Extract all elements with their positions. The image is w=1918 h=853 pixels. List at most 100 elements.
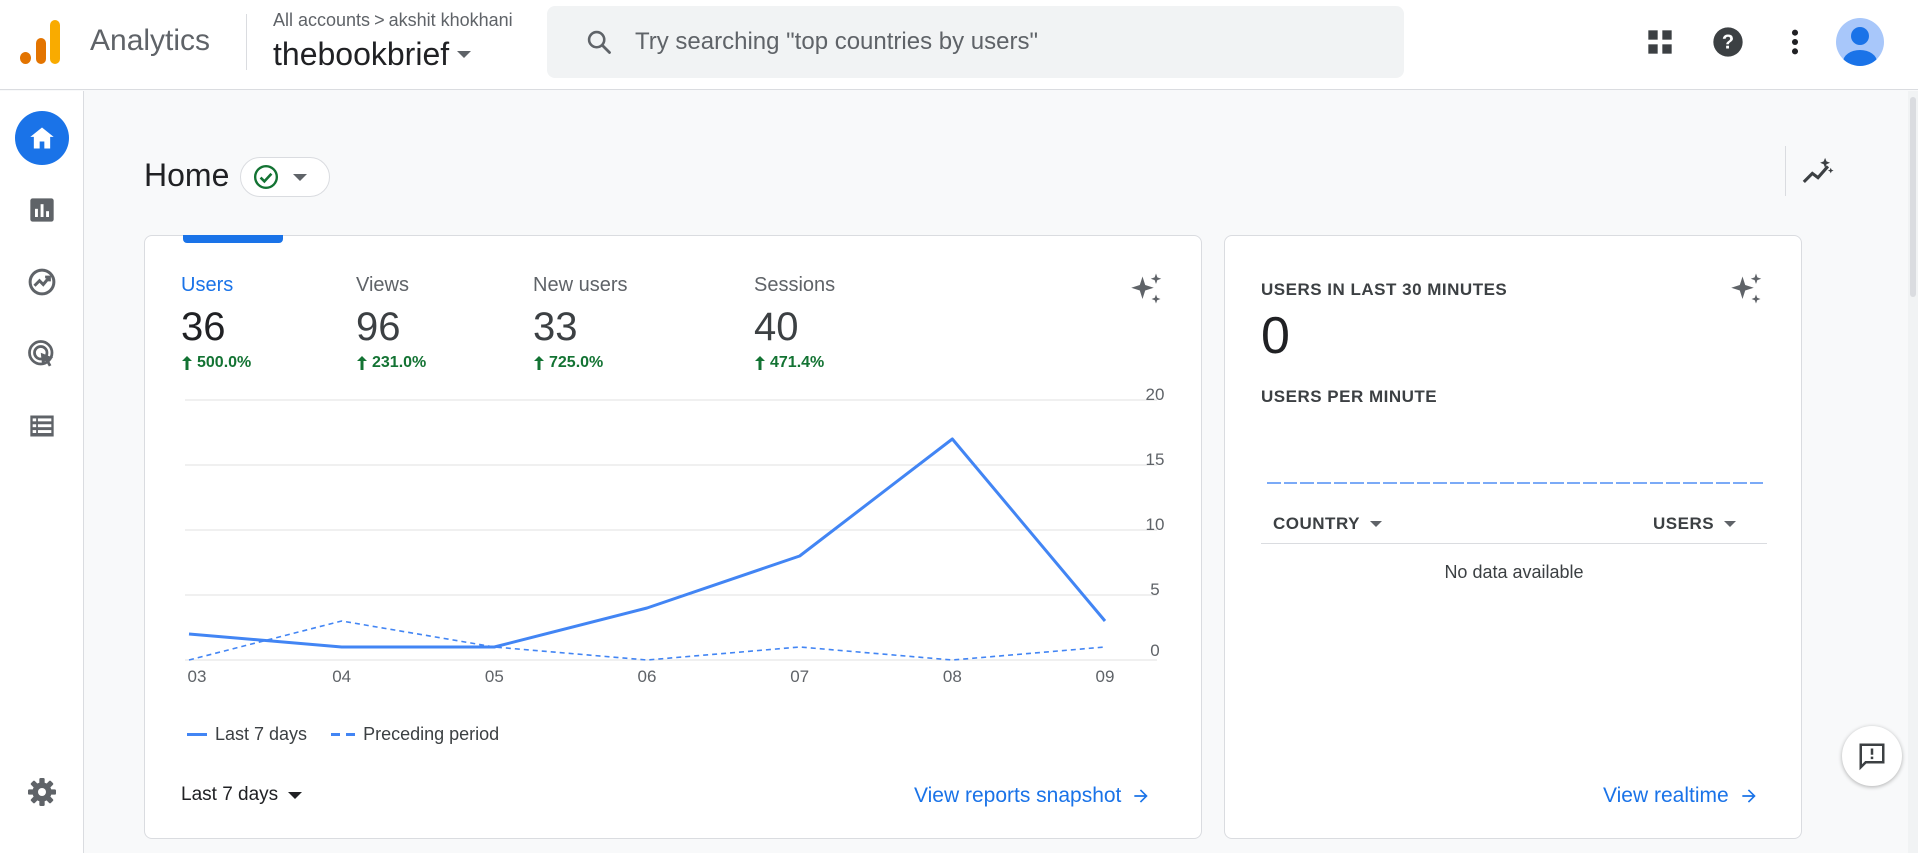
nav-advertising[interactable] (15, 327, 69, 381)
minute-bar (1533, 482, 1547, 484)
minute-bar (1683, 482, 1697, 484)
insights-icon (1802, 157, 1834, 184)
y-tick-label: 15 (1146, 450, 1165, 469)
view-reports-snapshot-link[interactable]: View reports snapshot (914, 784, 1151, 808)
x-tick-label: 05 (485, 667, 504, 686)
x-tick-label: 09 (1096, 667, 1115, 686)
nav-explore[interactable] (15, 255, 69, 309)
tab-indicator (183, 235, 283, 243)
metric-value: 40 (754, 305, 799, 349)
minute-bar (1333, 482, 1348, 484)
scrollbar-thumb[interactable] (1910, 97, 1916, 297)
metric-label: Users (181, 274, 234, 296)
realtime-card: USERS IN LAST 30 MINUTES 0 USERS PER MIN… (1224, 235, 1802, 839)
arrow-right-icon (1134, 789, 1149, 803)
view-reports-snapshot-label: View reports snapshot (914, 784, 1122, 807)
metric-tab-sessions[interactable]: Sessions 40 471.4% (754, 274, 835, 372)
nav-reports[interactable] (15, 183, 69, 237)
realtime-table-header: COUNTRY USERS (1261, 502, 1767, 544)
configure-icon (30, 415, 54, 437)
page-scrollbar[interactable] (1908, 91, 1918, 853)
analytics-logo-icon[interactable] (20, 20, 62, 64)
y-tick-label: 20 (1146, 386, 1165, 404)
header-divider (246, 14, 247, 70)
breadcrumb-account[interactable]: akshit khokhani (389, 10, 513, 30)
minute-bar (1649, 482, 1664, 484)
legend-item-last-7-days: Last 7 days (215, 724, 308, 744)
breadcrumb[interactable]: All accounts > akshit khokhani (273, 10, 513, 31)
metric-tab-views[interactable]: Views 96 231.0% (356, 274, 426, 372)
arrow-up-icon (534, 356, 544, 370)
insights-button[interactable] (1798, 152, 1838, 192)
arrow-up-icon (755, 356, 765, 370)
minute-bar (1300, 482, 1314, 484)
minute-bar (1466, 482, 1481, 484)
top-app-bar: Analytics All accounts > akshit khokhani t… (0, 0, 1918, 90)
sparkle-icon[interactable] (1129, 272, 1165, 308)
metric-change-value: 231.0% (372, 354, 427, 371)
minute-bar (1583, 482, 1597, 484)
arrow-right-icon (1742, 789, 1756, 803)
home-icon (30, 127, 54, 149)
caret-down-icon (1724, 521, 1737, 527)
minute-bar (1666, 482, 1681, 484)
no-data-message: No data available (1444, 562, 1584, 582)
column-users[interactable]: USERS (1653, 514, 1737, 534)
app-name: Analytics (90, 24, 211, 57)
nav-home[interactable] (15, 111, 69, 165)
metric-tab-new-users[interactable]: New users 33 725.0% (533, 274, 627, 372)
realtime-subtitle: USERS PER MINUTE (1261, 387, 1438, 406)
metric-label: New users (533, 274, 628, 296)
explore-icon (28, 268, 56, 296)
x-tick-label: 03 (188, 667, 207, 686)
status-dropdown[interactable] (240, 157, 330, 197)
minute-bar (1400, 482, 1414, 484)
minute-bar (1616, 482, 1631, 484)
metric-tab-users[interactable]: Users 36 500.0% (181, 274, 251, 372)
minute-bar (1350, 482, 1364, 484)
column-users-label: USERS (1653, 514, 1715, 533)
series-line-last-7-days (188, 437, 1107, 649)
minute-bar (1633, 482, 1647, 484)
feedback-button[interactable] (1842, 726, 1902, 786)
y-tick-label: 0 (1150, 641, 1159, 660)
nav-admin[interactable] (15, 765, 69, 819)
advertising-icon (28, 340, 54, 367)
arrow-up-icon (182, 356, 192, 370)
search-input[interactable] (635, 28, 1355, 56)
minute-bar (1383, 482, 1398, 484)
breadcrumb-all-accounts[interactable]: All accounts (273, 10, 370, 30)
legend-item-preceding-period: Preceding period (363, 724, 500, 744)
metric-change: 725.0% (533, 354, 627, 372)
minute-bar (1267, 482, 1281, 484)
page-title: Home (144, 157, 230, 193)
column-country[interactable]: COUNTRY (1273, 514, 1382, 534)
minute-bar (1366, 482, 1381, 484)
date-range-label: Last 7 days (181, 784, 279, 805)
date-range-dropdown[interactable]: Last 7 days (181, 784, 303, 806)
minute-bar (1566, 482, 1581, 484)
feedback-icon (1859, 743, 1885, 771)
nav-configure[interactable] (15, 399, 69, 453)
check-circle-icon (253, 164, 279, 190)
metric-change: 500.0% (181, 354, 251, 372)
more-vert-icon[interactable] (1775, 22, 1815, 62)
minute-bar (1716, 482, 1730, 484)
metric-label: Views (356, 274, 409, 296)
arrow-up-icon (357, 356, 367, 370)
view-realtime-link[interactable]: View realtime (1603, 784, 1759, 808)
minute-bar (1416, 482, 1431, 484)
x-tick-label: 07 (790, 667, 809, 686)
help-icon[interactable]: ? (1708, 22, 1748, 62)
legend-solid-swatch (187, 733, 207, 736)
apps-grid-icon[interactable] (1640, 22, 1680, 62)
caret-down-icon (1369, 521, 1382, 527)
property-selector[interactable]: thebookbrief (273, 36, 472, 73)
sparkle-icon[interactable] (1729, 272, 1765, 308)
search-bar[interactable] (547, 6, 1404, 78)
reports-icon (30, 198, 54, 222)
settings-gear-icon (28, 778, 56, 806)
realtime-users-value: 0 (1261, 307, 1290, 365)
breadcrumb-separator-icon: > (374, 10, 385, 30)
account-avatar-icon[interactable] (1836, 18, 1884, 66)
